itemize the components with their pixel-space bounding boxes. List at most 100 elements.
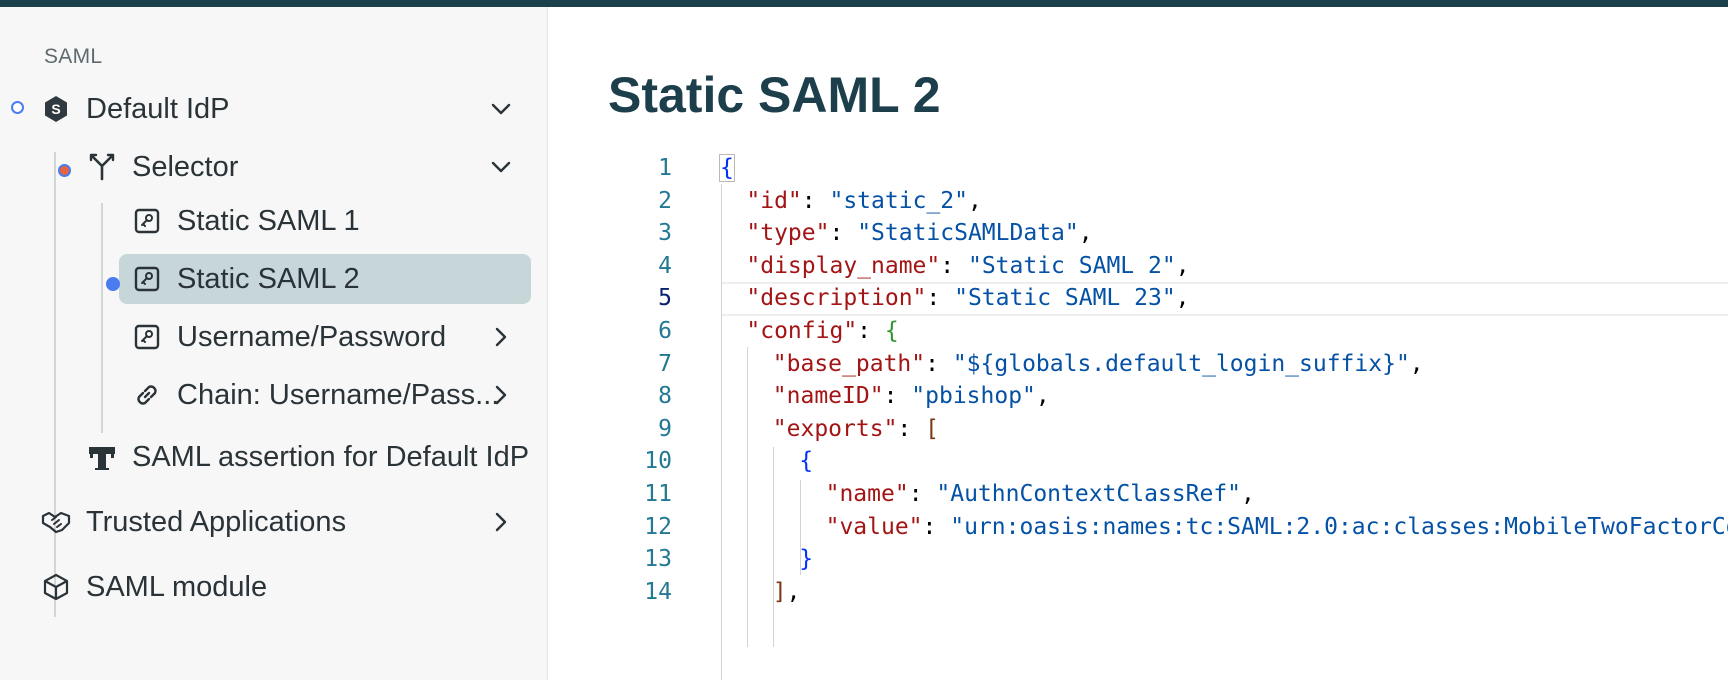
sidebar-item-saml-assertion[interactable]: SAML assertion for Default IdP bbox=[86, 439, 529, 475]
code-token: "${globals.default_login_suffix}" bbox=[952, 350, 1410, 377]
code-line[interactable]: 14], bbox=[620, 576, 1658, 609]
chevron-right-icon[interactable] bbox=[487, 508, 515, 536]
code-token: : bbox=[829, 220, 858, 247]
code-line[interactable]: 2 "id": "static_2", bbox=[620, 185, 1658, 218]
line-number: 2 bbox=[658, 187, 672, 214]
key-square-icon bbox=[131, 321, 163, 353]
code-text: "exports": [ bbox=[773, 413, 939, 446]
sidebar-item-default-idp[interactable]: S Default IdP bbox=[40, 91, 229, 127]
selector-fork-icon bbox=[86, 151, 118, 183]
code-token: "base_path" bbox=[772, 350, 926, 377]
code-token: "type" bbox=[746, 220, 830, 247]
svg-text:S: S bbox=[51, 101, 60, 117]
code-token: "static_2" bbox=[829, 187, 968, 214]
sidebar-item-static-saml-1[interactable]: Static SAML 1 bbox=[131, 203, 360, 239]
code-token: : bbox=[922, 513, 951, 540]
code-token: ] bbox=[772, 578, 787, 605]
sidebar-item-chain[interactable]: Chain: Username/Pass... bbox=[131, 377, 499, 413]
code-token: "description" bbox=[746, 285, 927, 312]
code-token: : bbox=[857, 318, 885, 344]
code-token: : bbox=[908, 481, 937, 507]
code-text: } bbox=[799, 543, 813, 576]
code-token: "display_name" bbox=[746, 252, 941, 279]
chevron-down-icon[interactable] bbox=[487, 153, 515, 181]
code-token: "AuthnContextClassRef" bbox=[936, 481, 1242, 507]
selected-blue-marker bbox=[106, 277, 120, 291]
code-token: "nameID" bbox=[772, 383, 884, 410]
line-number: 8 bbox=[658, 383, 672, 410]
line-number: 13 bbox=[644, 546, 672, 573]
handshake-icon bbox=[40, 506, 72, 538]
line-number: 3 bbox=[658, 220, 672, 247]
chevron-right-icon[interactable] bbox=[487, 323, 515, 351]
code-line[interactable]: 9 "exports": [ bbox=[620, 413, 1658, 446]
line-number: 7 bbox=[658, 350, 672, 377]
code-line[interactable]: 6 "config": { bbox=[620, 315, 1658, 348]
code-token: "Static SAML 23" bbox=[954, 285, 1176, 312]
code-text: "display_name": "Static SAML 2", bbox=[746, 250, 1189, 283]
line-number: 14 bbox=[644, 578, 672, 605]
code-text: "description": "Static SAML 23", bbox=[746, 282, 1189, 315]
line-number: 1 bbox=[658, 155, 672, 181]
page-title: Static SAML 2 bbox=[608, 67, 941, 123]
line-number: 6 bbox=[658, 318, 672, 344]
code-token: [ bbox=[925, 415, 939, 442]
code-text: { bbox=[719, 152, 735, 185]
code-token: { bbox=[719, 154, 735, 182]
line-number: 11 bbox=[644, 481, 672, 507]
code-token: "value" bbox=[825, 513, 923, 540]
code-token: , bbox=[967, 187, 982, 214]
code-token: , bbox=[1035, 383, 1050, 410]
code-token: "pbishop" bbox=[911, 383, 1036, 410]
code-line[interactable]: 12 "value": "urn:oasis:names:tc:SAML:2.0:… bbox=[620, 511, 1728, 544]
code-token: "Static SAML 2" bbox=[967, 252, 1176, 279]
code-token: { bbox=[799, 448, 814, 475]
code-text: "config": { bbox=[746, 315, 898, 348]
code-line[interactable]: 5 "description": "Static SAML 23", bbox=[620, 282, 1658, 315]
code-line[interactable]: 3 "type": "StaticSAMLData", bbox=[620, 217, 1658, 250]
sidebar-item-label: Default IdP bbox=[86, 92, 230, 125]
code-text: "nameID": "pbishop", bbox=[773, 380, 1050, 413]
sidebar-item-selector[interactable]: Selector bbox=[86, 149, 238, 185]
code-line[interactable]: 13} bbox=[620, 543, 1658, 576]
code-text: "base_path": "${globals.default_login_su… bbox=[773, 348, 1424, 381]
t-assertion-icon bbox=[86, 441, 118, 473]
code-token: { bbox=[884, 318, 899, 344]
sidebar-item-username-password[interactable]: Username/Password bbox=[131, 319, 446, 355]
code-line[interactable]: 4 "display_name": "Static SAML 2", bbox=[620, 250, 1658, 283]
code-line[interactable]: 10 { bbox=[620, 445, 1658, 478]
code-token: "id" bbox=[746, 187, 802, 214]
sidebar-item-label: Trusted Applications bbox=[86, 505, 347, 538]
sidebar: SAML S Default IdP Selector Static SAML … bbox=[0, 7, 548, 680]
code-token: "urn:oasis:names:tc:SAML:2.0:ac:classes:… bbox=[950, 513, 1728, 540]
key-square-icon bbox=[131, 205, 163, 237]
cube-icon bbox=[40, 571, 72, 603]
tree-guide-level1 bbox=[54, 152, 56, 617]
code-line[interactable]: 11 "name": "AuthnContextClassRef", bbox=[620, 478, 1658, 511]
chevron-down-icon[interactable] bbox=[487, 95, 515, 123]
code-text: "name": "AuthnContextClassRef", bbox=[826, 478, 1255, 511]
code-line[interactable]: 1{ bbox=[620, 152, 1658, 185]
line-number: 9 bbox=[658, 415, 672, 442]
sidebar-item-label: SAML assertion for Default IdP bbox=[132, 440, 530, 473]
line-number: 5 bbox=[658, 285, 672, 312]
code-token: , bbox=[786, 578, 801, 605]
sidebar-item-saml-module[interactable]: SAML module bbox=[40, 569, 267, 605]
code-token: : bbox=[897, 415, 926, 442]
code-token: "StaticSAMLData" bbox=[857, 220, 1079, 247]
chevron-right-icon[interactable] bbox=[487, 381, 515, 409]
code-token: , bbox=[1409, 350, 1424, 377]
chain-link-icon bbox=[131, 379, 163, 411]
line-number: 10 bbox=[644, 448, 672, 475]
code-line[interactable]: 7 "base_path": "${globals.default_login_s… bbox=[620, 348, 1658, 381]
code-token: , bbox=[1175, 252, 1190, 279]
code-token: , bbox=[1241, 481, 1255, 507]
tree-guide-level2 bbox=[101, 203, 103, 433]
sidebar-item-trusted-applications[interactable]: Trusted Applications bbox=[40, 504, 346, 540]
sidebar-section-title: SAML bbox=[44, 45, 103, 68]
json-code-editor[interactable]: 1{2 "id": "static_2", 3 "type": "StaticSAML… bbox=[620, 150, 1728, 680]
sidebar-item-static-saml-2[interactable]: Static SAML 2 bbox=[131, 261, 360, 297]
status-ring-marker bbox=[11, 101, 24, 114]
code-token: } bbox=[799, 546, 814, 573]
code-line[interactable]: 8 "nameID": "pbishop", bbox=[620, 380, 1658, 413]
